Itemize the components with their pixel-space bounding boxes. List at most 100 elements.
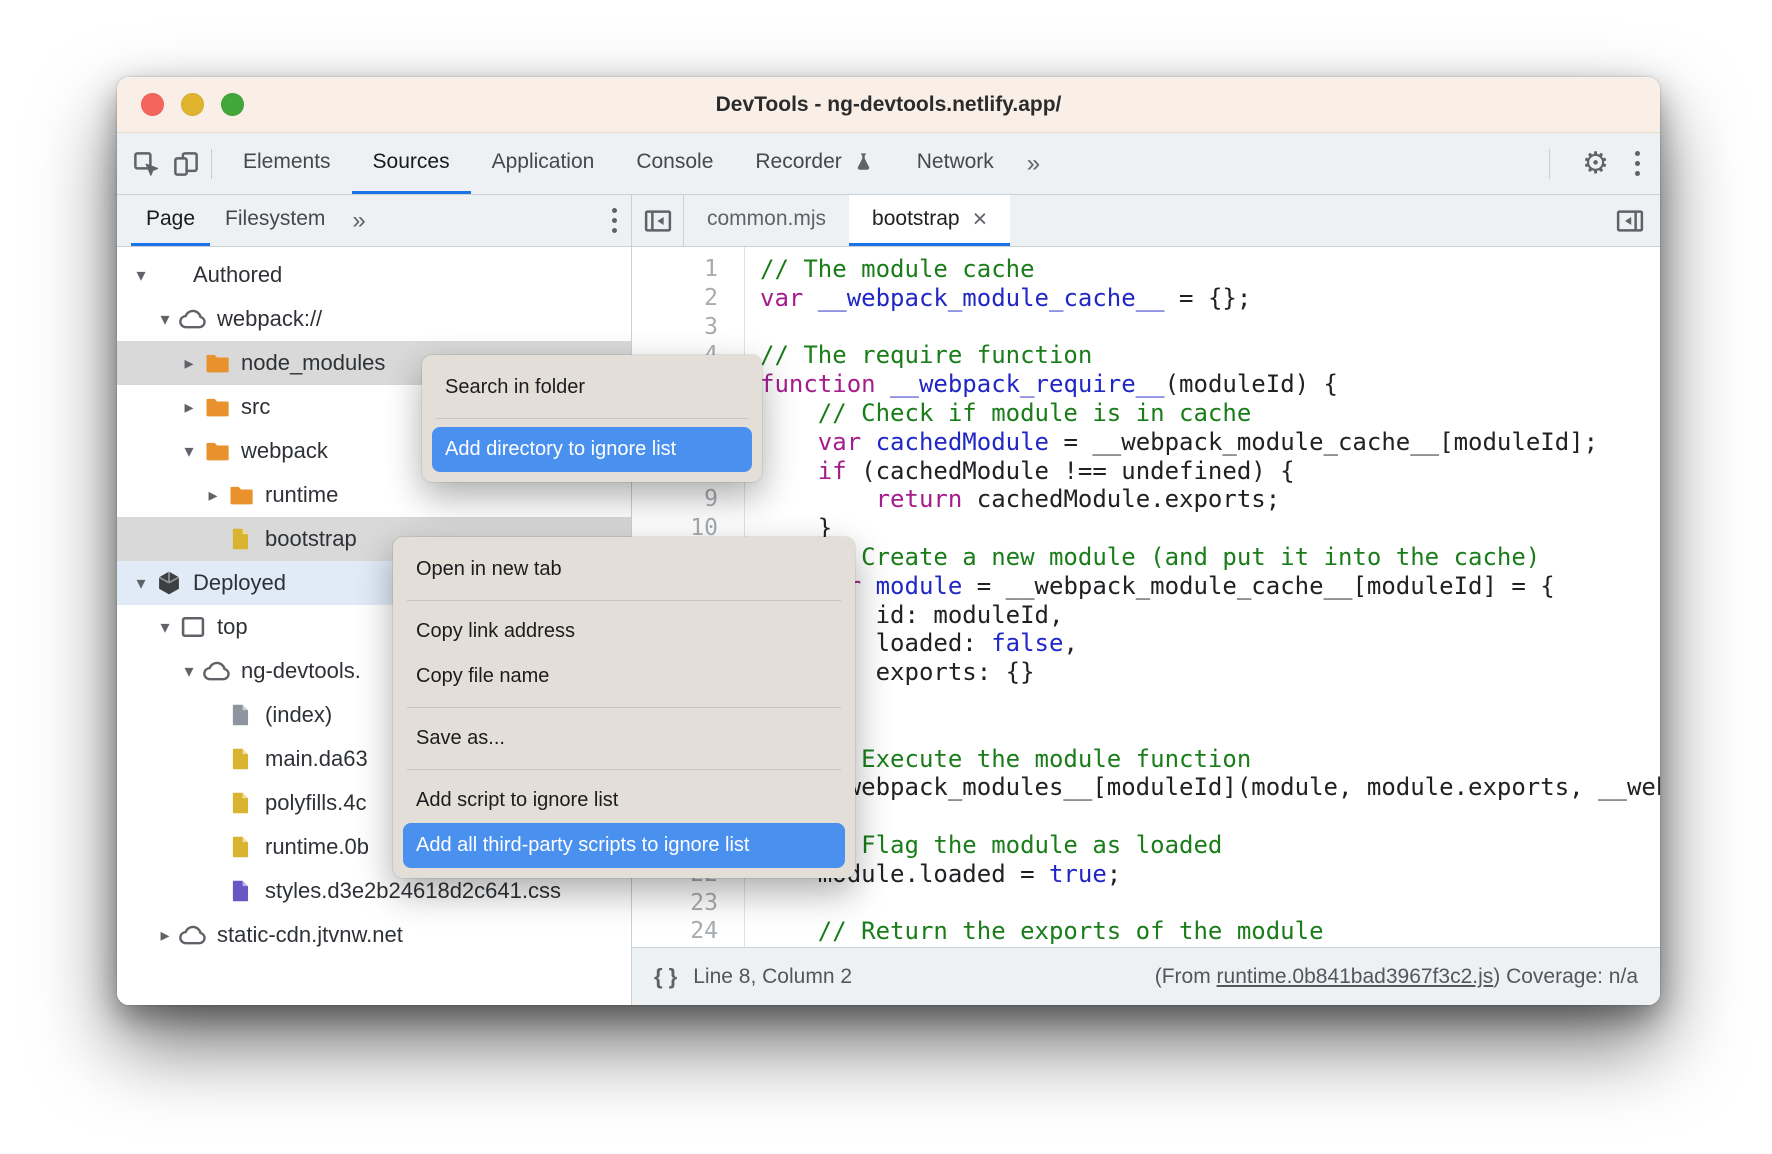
settings-gear-icon[interactable]: ⚙ [1582, 149, 1609, 179]
expander-open-icon[interactable]: ▾ [152, 617, 178, 638]
expander-closed-icon[interactable]: ▸ [152, 925, 178, 946]
navigator-menu-icon[interactable] [608, 204, 621, 237]
folder-icon [202, 436, 232, 466]
expander-open-icon[interactable]: ▾ [152, 309, 178, 330]
line-number[interactable]: 9 [632, 485, 744, 514]
show-navigator-icon[interactable] [632, 195, 684, 246]
inspect-element-icon[interactable] [131, 149, 161, 179]
tree-item-label: (index) [265, 702, 332, 728]
tree-item-label: src [241, 394, 270, 420]
expander-closed-icon[interactable]: ▸ [200, 485, 226, 506]
devtools-toolbar: ElementsSources Application Console Recorde… [117, 133, 1660, 195]
menu-item-copy-link-address[interactable]: Copy link address [403, 609, 845, 654]
coverage-info: Coverage: n/a [1506, 965, 1638, 988]
expander-open-icon[interactable]: ▾ [176, 661, 202, 682]
tree-item-label: main.da63 [265, 746, 368, 772]
editor-tab-bootstrap[interactable]: bootstrap× [849, 195, 1010, 246]
tab-console[interactable]: Console [615, 133, 734, 194]
file-icon [226, 744, 256, 774]
expander-open-icon[interactable]: ▾ [176, 441, 202, 462]
expander-open-icon[interactable]: ▾ [128, 573, 154, 594]
code-line-text: // Check if module is in cache [744, 399, 1251, 428]
cloud-icon [202, 656, 232, 686]
cloud-icon [178, 920, 208, 950]
code-line-text: __webpack_modules__[moduleId](module, mo… [744, 773, 1660, 802]
navigator-tabs: PageFilesystem » [117, 195, 631, 247]
code-line-text: // The module cache [744, 255, 1035, 284]
expander-closed-icon[interactable]: ▸ [176, 397, 202, 418]
tab-recorder[interactable]: Recorder [734, 133, 895, 194]
titlebar: DevTools - ng-devtools.netlify.app/ [117, 77, 1660, 133]
sourcemap-file-link[interactable]: runtime.0b841bad3967f3c2.js [1217, 965, 1494, 988]
tab-label: Application [492, 150, 595, 174]
menu-item-save-as[interactable]: Save as... [403, 716, 845, 761]
menu-item-add-directory-to-ignore-list[interactable]: Add directory to ignore list [432, 427, 752, 472]
editor-tab-common-mjs[interactable]: common.mjs [684, 195, 849, 246]
tree-item-label: bootstrap [265, 526, 357, 552]
code-icon [154, 260, 184, 290]
folder-icon [226, 480, 256, 510]
editor-statusbar: { } Line 8, Column 2 (From runtime.0b841… [632, 947, 1660, 1005]
more-navigator-tabs-icon[interactable]: » [340, 207, 377, 235]
editor-tab-label: common.mjs [707, 207, 826, 231]
file-icon [226, 832, 256, 862]
code-line: 3 [632, 313, 1660, 342]
menu-separator [407, 769, 841, 770]
code-line-text: var module = __webpack_module_cache__[mo… [744, 572, 1555, 601]
code-line-text: // The require function [744, 341, 1092, 370]
tree-item-label: top [217, 614, 248, 640]
menu-item-open-in-new-tab[interactable]: Open in new tab [403, 547, 845, 592]
tab-network[interactable]: Network [896, 133, 1015, 194]
folder-context-menu: Search in folder Add directory to ignore … [422, 355, 762, 482]
line-number[interactable]: 1 [632, 255, 744, 284]
tab-elements[interactable]: Elements [222, 133, 352, 194]
toolbar-separator [1549, 149, 1550, 179]
code-line-text: return cachedModule.exports; [744, 485, 1280, 514]
tree-item-label: Authored [193, 262, 282, 288]
menu-item-copy-file-name[interactable]: Copy file name [403, 654, 845, 699]
menu-separator [407, 600, 841, 601]
line-number[interactable]: 2 [632, 284, 744, 313]
device-toolbar-icon[interactable] [171, 149, 201, 179]
navigator-tab-filesystem[interactable]: Filesystem [210, 195, 340, 246]
navigator-tab-page[interactable]: Page [131, 195, 210, 246]
menu-item-add-all-third-party-scripts-to-ignore-list[interactable]: Add all third-party scripts to ignore li… [403, 823, 845, 868]
zoom-button[interactable] [221, 93, 244, 116]
line-number[interactable]: 23 [632, 889, 744, 918]
expander-open-icon[interactable]: ▾ [128, 265, 154, 286]
menu-separator [436, 418, 748, 419]
line-number[interactable]: 24 [632, 917, 744, 946]
tree-item-static-cdn-jtvnw-net[interactable]: ▸ static-cdn.jtvnw.net [117, 913, 631, 957]
code-line-text [744, 313, 760, 342]
tab-application[interactable]: Application [471, 133, 616, 194]
code-line-text: if (cachedModule !== undefined) { [744, 457, 1295, 486]
close-tab-icon[interactable]: × [973, 207, 988, 232]
menu-item-search-in-folder[interactable]: Search in folder [432, 365, 752, 410]
cloud-icon [178, 304, 208, 334]
line-number[interactable]: 3 [632, 313, 744, 342]
close-button[interactable] [141, 93, 164, 116]
code-line-text: function __webpack_require__(moduleId) { [744, 370, 1338, 399]
more-panels-icon[interactable]: » [1015, 150, 1052, 178]
code-line-text [744, 889, 760, 918]
expander-closed-icon[interactable]: ▸ [176, 353, 202, 374]
minimize-button[interactable] [181, 93, 204, 116]
pretty-print-icon[interactable]: { } [654, 964, 677, 990]
toolbar-separator [211, 149, 212, 179]
tree-item-authored[interactable]: ▾ Authored [117, 253, 631, 297]
cursor-position: Line 8, Column 2 [693, 965, 852, 989]
code-line: 4// The require function [632, 341, 1660, 370]
tab-label: Console [636, 150, 713, 174]
folder-icon [202, 392, 232, 422]
code-line: 8 if (cachedModule !== undefined) { [632, 457, 1660, 486]
tab-label: Network [917, 150, 994, 174]
tree-item-label: static-cdn.jtvnw.net [217, 922, 403, 948]
file-icon [226, 524, 256, 554]
code-line: 5function __webpack_require__(moduleId) … [632, 370, 1660, 399]
more-options-icon[interactable] [1631, 147, 1644, 180]
tree-item-label: ng-devtools. [241, 658, 361, 684]
menu-item-add-script-to-ignore-list[interactable]: Add script to ignore list [403, 778, 845, 823]
hide-debugger-panel-icon[interactable] [1615, 206, 1645, 236]
tab-sources[interactable]: Sources [352, 133, 471, 194]
tree-item-webpack[interactable]: ▾webpack:// [117, 297, 631, 341]
